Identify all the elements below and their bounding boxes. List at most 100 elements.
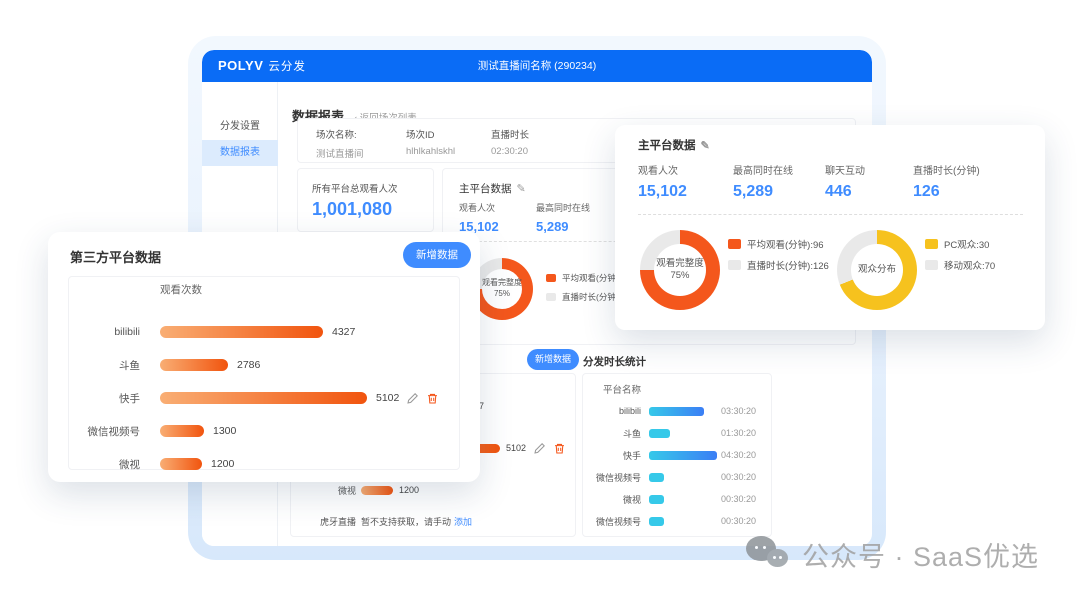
session-name-value: 测试直播间	[316, 146, 364, 160]
row-label: 斗鱼	[68, 358, 140, 373]
dialog-title: 主平台数据✎	[638, 137, 710, 153]
row-label: 微信视频号	[583, 471, 641, 484]
chart-row: bilibili03:30:20	[583, 404, 717, 418]
delete-icon[interactable]	[426, 392, 439, 405]
sidebar-item-data-report[interactable]: 数据报表	[202, 140, 278, 166]
views-column-header: 观看次数	[160, 282, 202, 297]
third-party-dialog: 第三方平台数据 新增数据 观看次数 bilibili 4327 斗鱼 2786 快手 51…	[48, 232, 480, 482]
duration-section-title: 分发时长统计	[583, 354, 646, 369]
bar	[160, 425, 204, 437]
chart-row: 快手 5102	[68, 387, 439, 409]
live-duration-label: 直播时长	[491, 127, 529, 141]
row-label: bilibili	[68, 326, 140, 338]
bar	[160, 359, 228, 371]
row-label: 微信视频号	[68, 424, 140, 439]
add-data-button[interactable]: 新增数据	[527, 349, 579, 370]
row-label: bilibili	[583, 406, 641, 416]
watermark: 公众号 · SaaS优选	[746, 534, 1039, 574]
completion-donut-chart: 观看完整度75%	[471, 258, 533, 320]
total-views-label: 所有平台总观看人次	[312, 181, 398, 195]
third-party-bar-rows: bilibili 4327 斗鱼 2786 快手 5102 微信视频号 1300 微视 1200	[68, 321, 439, 486]
row-label: 快手	[583, 449, 641, 462]
stat-views: 观看人次 15,102	[638, 162, 687, 201]
chart-row: 微信视频号00:30:20	[583, 470, 717, 484]
chart-row: 斗鱼01:30:20	[583, 426, 717, 440]
row-value: 00:30:20	[721, 472, 756, 482]
dialog-title: 第三方平台数据	[70, 247, 161, 266]
add-data-button[interactable]: 新增数据	[403, 242, 471, 268]
main-platform-card-title: 主平台数据✎	[459, 181, 526, 196]
stat-views: 观看人次 15,102	[459, 201, 499, 234]
session-id-value: hlhlkahlskhl	[406, 146, 455, 157]
row-value: 4327	[332, 326, 355, 338]
row-value: 01:30:20	[721, 428, 756, 438]
edit-icon[interactable]	[406, 392, 419, 405]
live-duration-field: 直播时长 02:30:20	[491, 127, 529, 157]
platform-column-header: 平台名称	[583, 382, 641, 396]
sidebar-item-distribution-settings[interactable]: 分发设置	[202, 114, 278, 140]
huya-label: 虎牙直播	[291, 515, 356, 528]
chart-row: bilibili 4327	[68, 321, 439, 343]
add-manually-link[interactable]: 添加	[454, 515, 472, 528]
stat-duration: 直播时长(分钟) 126	[913, 162, 980, 201]
row-value: 2786	[237, 359, 260, 371]
chart-row: 微视 1200	[68, 453, 439, 475]
row-value: 5102	[376, 392, 399, 404]
chart-row: 快手04:30:20	[583, 448, 717, 462]
row-value: 1200	[211, 458, 234, 470]
row-label: 快手	[68, 391, 140, 406]
edit-icon[interactable]: ✎	[517, 183, 526, 195]
bar	[649, 407, 704, 416]
huya-note-row: 虎牙直播 暂不支持获取，请手动 添加	[291, 515, 577, 528]
delete-icon[interactable]	[553, 442, 566, 455]
row-value: 5102	[506, 443, 526, 453]
row-label: 斗鱼	[583, 427, 641, 440]
wechat-icon	[746, 534, 792, 574]
chart-row: 微信视频号00:30:20	[583, 514, 717, 528]
window-title: 测试直播间名称 (290234)	[202, 50, 872, 82]
bar	[649, 473, 664, 482]
session-name-field: 场次名称: 测试直播间	[316, 127, 364, 160]
live-duration-value: 02:30:20	[491, 146, 529, 157]
row-value: 1300	[213, 425, 236, 437]
chart-row: 斗鱼 2786	[68, 354, 439, 376]
row-value: 1200	[399, 485, 419, 495]
row-value: 03:30:20	[721, 406, 756, 416]
audience-donut-chart: 观众分布	[837, 230, 917, 310]
row-value: 00:30:20	[721, 516, 756, 526]
session-id-label: 场次ID	[406, 127, 455, 141]
window-header: POLYV云分发 测试直播间名称 (290234)	[202, 50, 872, 82]
bar	[361, 486, 393, 495]
bar	[649, 451, 717, 460]
bar	[649, 429, 670, 438]
bar	[160, 326, 323, 338]
row-label: 微视	[583, 493, 641, 506]
edit-icon[interactable]: ✎	[701, 140, 710, 152]
total-views-value: 1,001,080	[312, 199, 392, 220]
dashed-divider	[638, 214, 1023, 215]
row-value: 04:30:20	[721, 450, 756, 460]
watermark-text: 公众号 · SaaS优选	[802, 535, 1039, 574]
chart-row: 微视00:30:20	[583, 492, 717, 506]
main-platform-dialog: 主平台数据✎ 观看人次 15,102 最高同时在线 5,289 聊天互动 446…	[615, 125, 1045, 330]
huya-note-text: 暂不支持获取，请手动	[361, 515, 451, 528]
bar	[160, 392, 367, 404]
row-label: 微视	[68, 457, 140, 472]
session-name-label: 场次名称:	[316, 127, 364, 141]
chart-row: 微信视频号 1300	[68, 420, 439, 442]
session-id-field: 场次ID hlhlkahlskhl	[406, 127, 455, 157]
stat-peak-online: 最高同时在线 5,289	[536, 201, 590, 234]
audience-donut-legend: PC观众:30 移动观众:70	[925, 237, 995, 279]
bar	[160, 458, 202, 470]
completion-donut-legend: 平均观看(分钟):96 直播时长(分钟):126	[728, 237, 829, 279]
edit-icon[interactable]	[533, 442, 546, 455]
bar	[649, 495, 664, 504]
stat-peak-online: 最高同时在线 5,289	[733, 162, 793, 201]
completion-donut-chart: 观看完整度75%	[640, 230, 720, 310]
duration-card: 平台名称 bilibili03:30:20斗鱼01:30:20快手04:30:2…	[582, 373, 772, 537]
row-label: 微信视频号	[583, 515, 641, 528]
duration-bar-rows: bilibili03:30:20 斗鱼01:30:20 快手04:30:20 微信视频…	[583, 404, 717, 536]
bar	[649, 517, 664, 526]
stat-chat: 聊天互动 446	[825, 162, 865, 201]
total-views-card: 所有平台总观看人次 1,001,080	[297, 168, 434, 232]
